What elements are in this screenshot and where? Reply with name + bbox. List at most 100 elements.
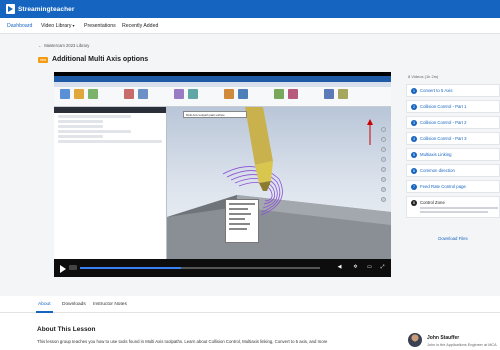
ribbon-tool-icon: [88, 89, 98, 99]
playlist-item-current[interactable]: 8 Control Zone: [406, 196, 500, 218]
video-frame: Multi Axis toolpath path surface: [54, 76, 391, 259]
video-count: 8 Videos (1h 2m): [408, 74, 439, 79]
popup-row: [229, 213, 252, 215]
top-header: Streamingteacher: [0, 0, 500, 18]
main-nav: Dashboard Video Library▾ Presentations R…: [0, 18, 500, 34]
active-tab-indicator: [36, 311, 53, 313]
logo-icon: [6, 4, 15, 14]
cad-viewport: Multi Axis toolpath path surface: [167, 107, 391, 259]
ribbon-tool-icon: [324, 89, 334, 99]
panel-row: [58, 120, 103, 123]
ribbon-tool-icon: [338, 89, 348, 99]
download-files-link[interactable]: Download Files: [406, 236, 500, 241]
playlist-description: [420, 207, 498, 209]
playlist-number: 1: [411, 87, 417, 94]
playlist-title: Collision Control - Part 2: [420, 120, 467, 125]
ribbon-tool-icon: [224, 89, 234, 99]
view-tool-icon: [381, 147, 386, 152]
popup-row: [229, 228, 247, 230]
nav-dashboard[interactable]: Dashboard: [7, 23, 32, 29]
playlist-item[interactable]: 3 Collision Control - Part 2: [406, 116, 500, 129]
view-tool-icon: [381, 187, 386, 192]
progress-bar[interactable]: [80, 267, 320, 269]
new-badge: new: [38, 57, 48, 63]
nav-video-library-label: Video Library: [41, 23, 72, 29]
playlist-item[interactable]: 2 Collision Control - Part 1: [406, 100, 500, 113]
playlist-number: 8: [411, 200, 417, 206]
view-tool-icon: [381, 167, 386, 172]
gear-icon[interactable]: ✲: [352, 264, 359, 271]
playlist-number: 2: [411, 103, 417, 110]
playlist-description: [420, 211, 488, 213]
ribbon-tool-icon: [60, 89, 70, 99]
panel-row: [58, 140, 162, 143]
about-heading: About This Lesson: [37, 326, 96, 333]
popup-row: [229, 218, 245, 220]
popup-row: [229, 203, 255, 205]
ribbon-tool-icon: [74, 89, 84, 99]
playlist-title: Collision Control - Part 3: [420, 136, 467, 141]
tab-instructor-notes[interactable]: Instructor Notes: [93, 302, 127, 307]
video-controls: ◀ ✲ ▭ ⤢: [54, 259, 391, 277]
playlist-title: Common direction: [420, 168, 455, 173]
playlist-number: 7: [411, 183, 417, 190]
playlist: 1 Convert to 5 Axis 2 Collision Control …: [406, 84, 500, 221]
viewport-tooltip: Multi Axis toolpath path surface: [183, 111, 247, 118]
progress-fill: [80, 267, 181, 269]
chevron-down-icon: ▾: [72, 23, 75, 28]
ribbon-tool-icon: [174, 89, 184, 99]
video-player[interactable]: Multi Axis toolpath path surface ◀ ✲ ▭ ⤢: [54, 72, 391, 277]
playlist-title: Feed Rate Control page: [420, 184, 466, 189]
play-icon[interactable]: [60, 265, 66, 273]
playlist-title: Collision Control - Part 1: [420, 104, 467, 109]
parameter-popup: [225, 199, 259, 243]
brand-name: Streamingteacher: [18, 5, 75, 13]
panel-row: [58, 125, 103, 128]
view-tool-icon: [381, 127, 386, 132]
view-tool-icon: [381, 177, 386, 182]
tab-about[interactable]: About: [38, 302, 51, 307]
back-arrow-icon: ←: [38, 43, 43, 48]
tab-downloads[interactable]: Downloads: [62, 302, 86, 307]
playlist-item[interactable]: 1 Convert to 5 Axis: [406, 84, 500, 97]
playlist-title: Multiaxis Linking: [420, 152, 452, 157]
playlist-number: 3: [411, 119, 417, 126]
playlist-item[interactable]: 4 Collision Control - Part 3: [406, 132, 500, 145]
view-tool-icon: [381, 137, 386, 142]
pip-icon[interactable]: ▭: [366, 264, 373, 271]
panel-row: [58, 130, 131, 133]
author-role: John is the Applications Engineer at MCA: [427, 343, 497, 347]
playlist-number: 4: [411, 135, 417, 142]
panel-row: [58, 115, 131, 118]
fullscreen-icon[interactable]: ⤢: [379, 264, 386, 271]
author-name: John Stauffer: [427, 335, 460, 341]
nav-video-library[interactable]: Video Library▾: [41, 23, 75, 29]
brand-logo[interactable]: Streamingteacher: [6, 4, 75, 14]
panel-header: [54, 107, 166, 113]
avatar: [408, 333, 422, 347]
playlist-title: Control Zone: [420, 200, 445, 205]
playlist-item[interactable]: 6 Common direction: [406, 164, 500, 177]
breadcrumb[interactable]: ← Mastercam 2023 Library: [38, 43, 89, 48]
playlist-number: 5: [411, 151, 417, 158]
about-description: This lesson group teaches you how to use…: [37, 339, 328, 344]
nav-presentations[interactable]: Presentations: [84, 23, 116, 29]
popup-row: [229, 208, 249, 210]
breadcrumb-label: Mastercam 2023 Library: [44, 43, 90, 48]
panel-row: [58, 135, 103, 138]
toolpath-panel: [54, 107, 167, 259]
ribbon-tool-icon: [138, 89, 148, 99]
view-toolbar: [381, 127, 389, 207]
page-title: Additional Multi Axis options: [52, 56, 149, 63]
playlist-title: Convert to 5 Axis: [420, 88, 453, 93]
playlist-item[interactable]: 7 Feed Rate Control page: [406, 180, 500, 193]
view-tool-icon: [381, 197, 386, 202]
app-ribbon: [54, 87, 391, 107]
nav-recently-added[interactable]: Recently Added: [122, 23, 158, 29]
view-tool-icon: [381, 157, 386, 162]
volume-icon[interactable]: ◀: [336, 264, 343, 271]
popup-row: [229, 223, 250, 225]
playlist-item[interactable]: 5 Multiaxis Linking: [406, 148, 500, 161]
ribbon-tool-icon: [274, 89, 284, 99]
ribbon-tool-icon: [188, 89, 198, 99]
